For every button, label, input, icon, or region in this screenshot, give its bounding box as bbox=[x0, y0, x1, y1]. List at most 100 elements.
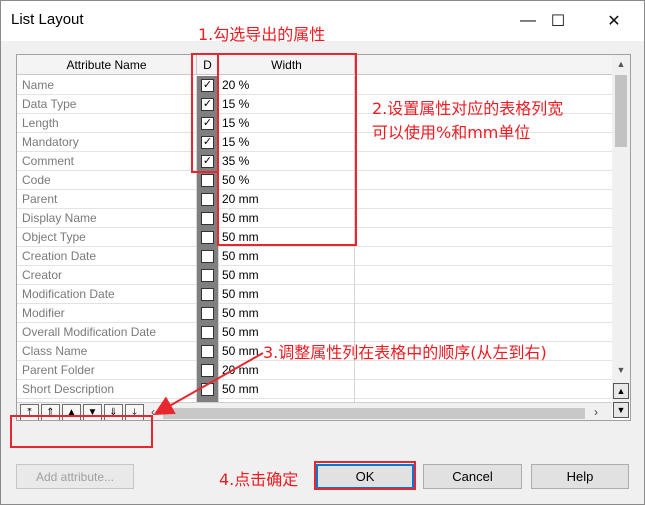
maximize-icon[interactable]: ☐ bbox=[535, 1, 581, 41]
table-row[interactable]: Parent 20 mm bbox=[17, 190, 612, 209]
display-cell bbox=[197, 361, 219, 380]
display-checkbox[interactable] bbox=[201, 231, 214, 244]
attribute-name-cell[interactable]: Mandatory bbox=[17, 133, 197, 152]
width-cell[interactable]: 50 % bbox=[219, 171, 355, 190]
display-checkbox[interactable] bbox=[201, 364, 214, 377]
annotation-step-2-line2: 可以使用%和mm单位 bbox=[372, 123, 531, 142]
width-cell[interactable]: 50 mm bbox=[219, 266, 355, 285]
empty-cell bbox=[355, 76, 612, 95]
attribute-name-cell[interactable]: Code bbox=[17, 171, 197, 190]
scroll-thumb[interactable] bbox=[615, 75, 627, 147]
width-cell[interactable]: 15 % bbox=[219, 114, 355, 133]
page-down-icon[interactable]: ▼ bbox=[613, 402, 629, 418]
attribute-name-cell[interactable]: Overall Modification Date bbox=[17, 323, 197, 342]
page-up-icon[interactable]: ▲ bbox=[613, 383, 629, 399]
attribute-name-cell[interactable]: Parent bbox=[17, 190, 197, 209]
column-header-display[interactable]: D bbox=[197, 55, 219, 75]
scroll-down-icon[interactable]: ▼ bbox=[612, 361, 630, 378]
width-cell[interactable]: 20 % bbox=[219, 76, 355, 95]
table-row[interactable]: Name ✓ 20 % bbox=[17, 76, 612, 95]
display-checkbox[interactable]: ✓ bbox=[201, 98, 214, 111]
width-cell[interactable]: 15 % bbox=[219, 133, 355, 152]
table-row[interactable]: Display Name 50 mm bbox=[17, 209, 612, 228]
width-cell[interactable]: 50 mm bbox=[219, 228, 355, 247]
display-checkbox[interactable]: ✓ bbox=[201, 155, 214, 168]
width-cell[interactable]: 15 % bbox=[219, 95, 355, 114]
attribute-name-cell[interactable]: Class Name bbox=[17, 342, 197, 361]
scroll-right-icon[interactable]: › bbox=[594, 405, 598, 419]
display-checkbox[interactable] bbox=[201, 307, 214, 320]
scroll-up-icon[interactable]: ▲ bbox=[612, 55, 630, 72]
move-toolbar: ⤒ ⇑ ▲ ▼ ⇓ ⤓ ‹ › bbox=[17, 402, 612, 420]
vertical-scrollbar[interactable]: ▲ ▼ bbox=[612, 55, 630, 402]
attribute-name-cell[interactable]: Creator bbox=[17, 266, 197, 285]
display-checkbox[interactable]: ✓ bbox=[201, 117, 214, 130]
width-cell[interactable]: 50 mm bbox=[219, 285, 355, 304]
display-checkbox[interactable] bbox=[201, 288, 214, 301]
attribute-name-cell[interactable]: Data Type bbox=[17, 95, 197, 114]
move-to-bottom-button[interactable]: ⤓ bbox=[125, 404, 144, 420]
close-icon[interactable]: ✕ bbox=[591, 1, 637, 41]
attribute-name-cell[interactable]: Display Name bbox=[17, 209, 197, 228]
display-checkbox[interactable] bbox=[201, 345, 214, 358]
horizontal-scrollbar[interactable] bbox=[163, 408, 585, 419]
width-cell[interactable]: 50 mm bbox=[219, 247, 355, 266]
attribute-name-cell[interactable]: Comment bbox=[17, 152, 197, 171]
table-row[interactable]: Parent Folder 20 mm bbox=[17, 361, 612, 380]
attribute-name-cell[interactable]: Length bbox=[17, 114, 197, 133]
empty-cell bbox=[355, 228, 612, 247]
add-attribute-button[interactable]: Add attribute... bbox=[16, 464, 134, 489]
display-checkbox[interactable] bbox=[201, 212, 214, 225]
table-row[interactable]: Code 50 % bbox=[17, 171, 612, 190]
column-header-width[interactable]: Width bbox=[219, 55, 355, 75]
move-down-page-button[interactable]: ⇓ bbox=[104, 404, 123, 420]
column-header-attribute-name[interactable]: Attribute Name bbox=[17, 55, 197, 75]
annotation-step-1: 1.勾选导出的属性 bbox=[198, 25, 326, 44]
attribute-name-cell[interactable]: Object Type bbox=[17, 228, 197, 247]
display-checkbox[interactable]: ✓ bbox=[201, 136, 214, 149]
attribute-name-cell[interactable]: Name bbox=[17, 76, 197, 95]
display-cell bbox=[197, 228, 219, 247]
display-checkbox[interactable]: ✓ bbox=[201, 79, 214, 92]
empty-cell bbox=[355, 152, 612, 171]
annotation-step-2-line1: 2.设置属性对应的表格列宽 bbox=[372, 99, 564, 118]
move-up-button[interactable]: ▲ bbox=[62, 404, 81, 420]
display-checkbox[interactable] bbox=[201, 326, 214, 339]
ok-button[interactable]: OK bbox=[316, 464, 414, 489]
width-cell[interactable]: 50 mm bbox=[219, 209, 355, 228]
scroll-left-icon[interactable]: ‹ bbox=[151, 405, 155, 419]
table-row[interactable]: Creator 50 mm bbox=[17, 266, 612, 285]
display-checkbox[interactable] bbox=[201, 250, 214, 263]
display-checkbox[interactable] bbox=[201, 269, 214, 282]
attribute-name-cell[interactable]: Short Description bbox=[17, 380, 197, 399]
display-checkbox[interactable] bbox=[201, 193, 214, 206]
table-row[interactable]: Comment ✓ 35 % bbox=[17, 152, 612, 171]
attribute-name-cell[interactable]: Modifier bbox=[17, 304, 197, 323]
table-row[interactable]: Short Description 50 mm bbox=[17, 380, 612, 399]
display-cell bbox=[197, 285, 219, 304]
table-row[interactable]: Object Type 50 mm bbox=[17, 228, 612, 247]
move-up-page-button[interactable]: ⇑ bbox=[41, 404, 60, 420]
table-row[interactable]: Modification Date 50 mm bbox=[17, 285, 612, 304]
move-to-top-button[interactable]: ⤒ bbox=[20, 404, 39, 420]
page-scroll-buttons: ▲ bbox=[612, 381, 630, 401]
display-cell bbox=[197, 380, 219, 399]
width-cell[interactable]: 35 % bbox=[219, 152, 355, 171]
attribute-name-cell[interactable]: Modification Date bbox=[17, 285, 197, 304]
table-row[interactable]: Creation Date 50 mm bbox=[17, 247, 612, 266]
display-checkbox[interactable] bbox=[201, 383, 214, 396]
width-cell[interactable]: 20 mm bbox=[219, 361, 355, 380]
display-cell bbox=[197, 171, 219, 190]
width-cell[interactable]: 50 mm bbox=[219, 380, 355, 399]
empty-cell bbox=[355, 304, 612, 323]
width-cell[interactable]: 20 mm bbox=[219, 190, 355, 209]
move-down-button[interactable]: ▼ bbox=[83, 404, 102, 420]
display-cell bbox=[197, 266, 219, 285]
cancel-button[interactable]: Cancel bbox=[423, 464, 522, 489]
width-cell[interactable]: 50 mm bbox=[219, 304, 355, 323]
help-button[interactable]: Help bbox=[531, 464, 629, 489]
display-checkbox[interactable] bbox=[201, 174, 214, 187]
table-row[interactable]: Modifier 50 mm bbox=[17, 304, 612, 323]
attribute-name-cell[interactable]: Creation Date bbox=[17, 247, 197, 266]
attribute-name-cell[interactable]: Parent Folder bbox=[17, 361, 197, 380]
